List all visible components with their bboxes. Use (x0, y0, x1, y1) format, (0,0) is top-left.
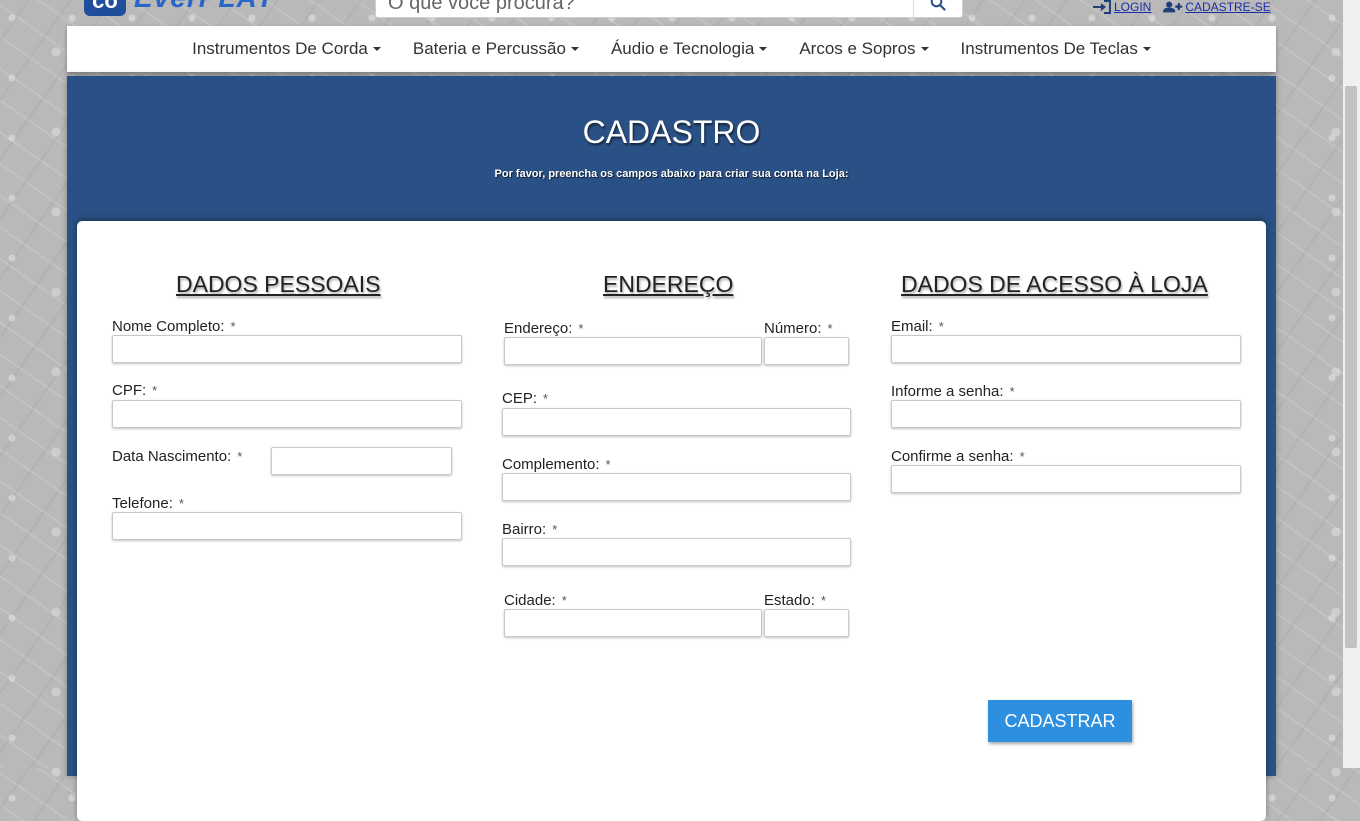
required-mark: * (561, 593, 567, 608)
required-mark: * (552, 522, 558, 537)
nav-item-audio[interactable]: Áudio e Tecnologia (610, 39, 768, 59)
caret-down-icon (570, 47, 579, 51)
caret-down-icon (920, 47, 929, 51)
label-complemento: Complemento: * (502, 456, 611, 473)
section-title-acesso: DADOS DE ACESSO À LOJA (901, 271, 1208, 297)
required-mark: * (178, 496, 184, 511)
numero-input[interactable] (764, 337, 849, 365)
nome-completo-input[interactable] (112, 335, 462, 363)
login-label: LOGIN (1114, 0, 1152, 14)
required-mark: * (1009, 384, 1015, 399)
section-title-endereco: ENDEREÇO (603, 271, 734, 297)
senha-input[interactable] (891, 400, 1241, 428)
section-title-pessoais: DADOS PESSOAIS (176, 271, 381, 297)
cadastrar-button[interactable]: CADASTRAR (988, 700, 1132, 742)
confirma-senha-input[interactable] (891, 465, 1241, 493)
label-numero: Número: * (764, 320, 833, 337)
logo-text: EverPLAY (134, 0, 275, 14)
logo[interactable]: co EverPLAY (84, 0, 275, 16)
caret-down-icon (372, 47, 381, 51)
label-senha: Informe a senha: * (891, 383, 1015, 400)
label-nascimento: Data Nascimento: * (112, 448, 243, 465)
page-subtitle: Por favor, preencha os campos abaixo par… (494, 168, 849, 180)
page-title: CADASTRO (582, 114, 761, 150)
login-link[interactable]: LOGIN (1092, 0, 1151, 14)
user-plus-icon (1163, 1, 1183, 13)
cep-input[interactable] (502, 408, 851, 436)
cpf-input[interactable] (112, 400, 462, 428)
account-links: LOGIN CADASTRE-SE (1092, 0, 1271, 14)
endereco-input[interactable] (504, 337, 762, 365)
logo-mark: co (84, 0, 126, 16)
nav-label: Arcos e Sopros (799, 39, 916, 58)
required-mark: * (230, 319, 236, 334)
nav-item-teclas[interactable]: Instrumentos De Teclas (961, 39, 1151, 59)
search-box (375, 0, 963, 18)
label-cep: CEP: * (502, 390, 549, 407)
required-mark: * (578, 321, 584, 336)
nav-label: Áudio e Tecnologia (610, 39, 755, 58)
required-mark: * (820, 593, 826, 608)
signup-link[interactable]: CADASTRE-SE (1163, 0, 1271, 14)
label-endereco: Endereço: * (504, 320, 584, 337)
nav-label: Bateria e Percussão (412, 39, 566, 58)
required-mark: * (1019, 449, 1025, 464)
signup-form-card: DADOS PESSOAIS Nome Completo: * CPF: * Dat… (77, 221, 1266, 821)
nav-item-bateria[interactable]: Bateria e Percussão (413, 39, 579, 59)
cidade-input[interactable] (504, 609, 762, 637)
label-estado: Estado: * (764, 592, 826, 609)
label-bairro: Bairro: * (502, 521, 558, 538)
signup-label: CADASTRE-SE (1185, 0, 1271, 14)
login-icon (1093, 0, 1111, 14)
complemento-input[interactable] (502, 473, 851, 501)
required-mark: * (938, 319, 944, 334)
email-input[interactable] (891, 335, 1241, 363)
label-confirma-senha: Confirme a senha: * (891, 448, 1025, 465)
main-panel: CADASTRO Por favor, preencha os campos a… (67, 76, 1276, 821)
scrollbar-thumb[interactable] (1345, 86, 1357, 648)
estado-input[interactable] (764, 609, 849, 637)
data-nascimento-input[interactable] (271, 447, 452, 475)
label-nome: Nome Completo: * (112, 318, 236, 335)
page-scrollbar[interactable] (1343, 0, 1360, 768)
label-cidade: Cidade: * (504, 592, 567, 609)
label-email: Email: * (891, 318, 944, 335)
required-mark: * (152, 383, 158, 398)
search-icon (930, 0, 946, 11)
label-telefone: Telefone: * (112, 495, 184, 512)
nav-label: Instrumentos De Corda (192, 39, 368, 58)
caret-down-icon (759, 47, 768, 51)
nav-label: Instrumentos De Teclas (960, 39, 1138, 58)
main-nav: Instrumentos De Corda Bateria e Percussã… (67, 26, 1276, 72)
required-mark: * (827, 321, 833, 336)
search-input[interactable] (376, 0, 914, 17)
label-cpf: CPF: * (112, 382, 158, 399)
required-mark: * (605, 457, 611, 472)
nav-item-sopros[interactable]: Arcos e Sopros (799, 39, 929, 59)
caret-down-icon (1142, 47, 1151, 51)
required-mark: * (237, 449, 243, 464)
nav-item-cordas[interactable]: Instrumentos De Corda (192, 39, 381, 59)
required-mark: * (543, 391, 549, 406)
bairro-input[interactable] (502, 538, 851, 566)
search-button[interactable] (913, 0, 962, 17)
telefone-input[interactable] (112, 512, 462, 540)
